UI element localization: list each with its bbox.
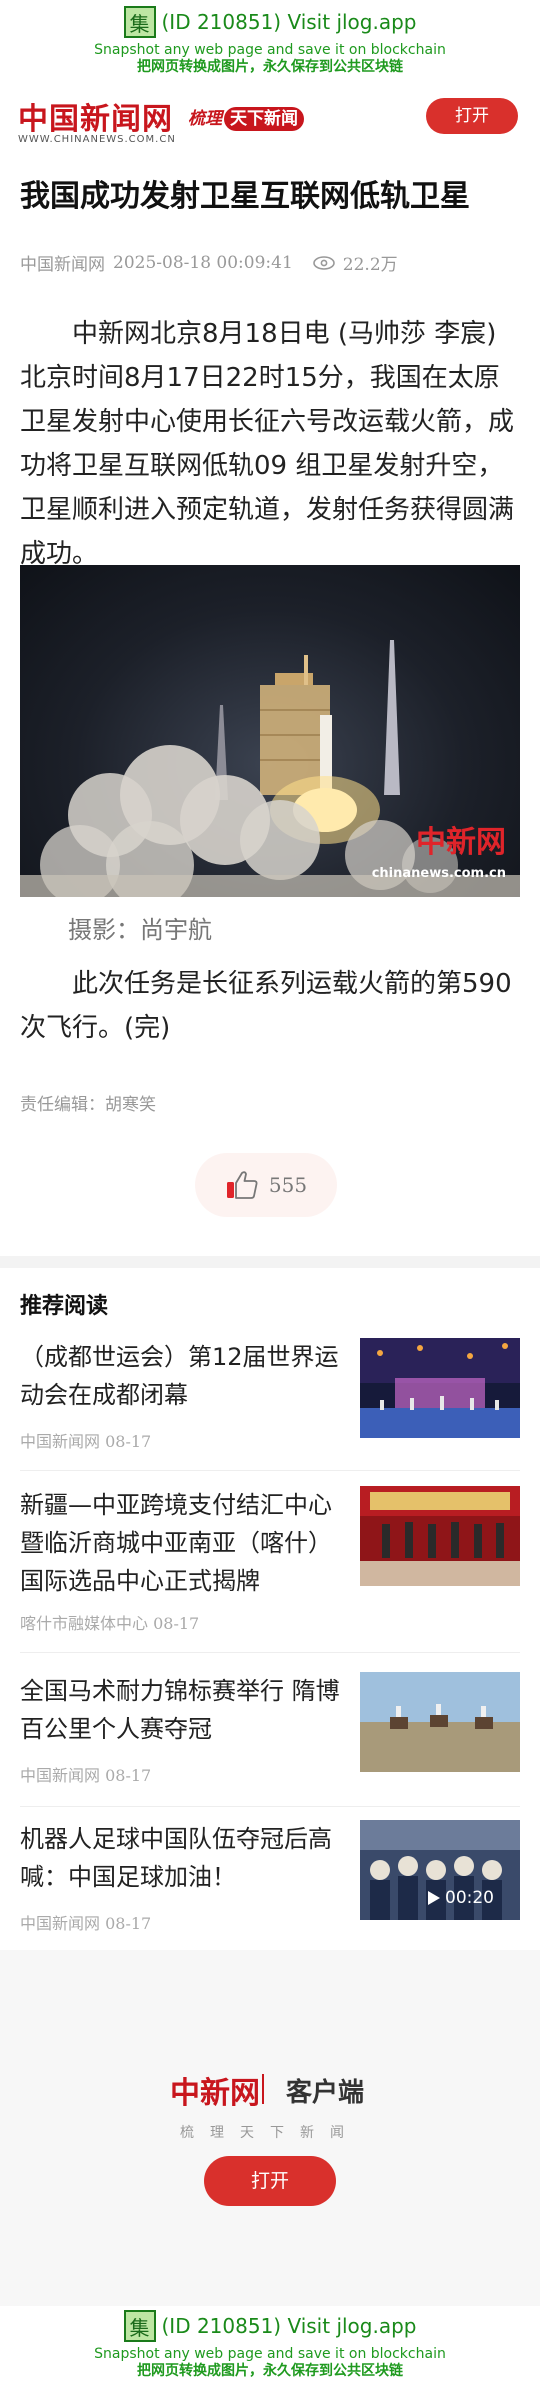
recommend-item-source: 中国新闻网 08-17 <box>20 1432 152 1451</box>
footer-slogan: 梳理天下新闻 <box>180 2125 360 2141</box>
recommend-separator <box>20 1470 520 1471</box>
recommend-item[interactable]: （成都世运会）第12届世界运动会在成都闭幕 中国新闻网 08-17 <box>20 1338 520 1458</box>
thumbs-up-icon <box>226 1171 258 1199</box>
play-icon <box>428 1891 440 1905</box>
jlog-link[interactable]: (ID 210851) Visit jlog.app <box>162 10 417 34</box>
slogan-part-a: 梳理 <box>188 109 222 129</box>
logo-url: WWW.CHINANEWS.COM.CN <box>18 134 176 145</box>
recommend-thumbnail <box>360 1672 520 1772</box>
recommend-heading: 推荐阅读 <box>20 1294 109 1319</box>
like-count: 555 <box>268 1173 308 1197</box>
article-meta: 中国新闻网 2025-08-18 00:09:41 22.2万 <box>20 250 398 276</box>
photo-watermark: 中新网 <box>416 825 506 860</box>
jlog-tagline-en: Snapshot any web page and save it on blo… <box>94 2346 446 2362</box>
views-eye-icon <box>312 255 335 270</box>
recommend-item[interactable]: 机器人足球中国队伍夺冠后高喊：中国足球加油！ 中国新闻网 08-17 00:20 <box>20 1820 520 1940</box>
photo-watermark-url: chinanews.com.cn <box>371 866 506 881</box>
jlog-banner-bottom[interactable]: 集 (ID 210851) Visit jlog.app Snapshot an… <box>0 2306 540 2380</box>
equestrian-thumbnail <box>360 1672 520 1772</box>
app-promo-footer: 中新网 客户端 梳理天下新闻 打开 <box>0 1950 540 2306</box>
recommend-item-title: （成都世运会）第12届世界运动会在成都闭幕 <box>20 1343 339 1409</box>
recommend-separator <box>20 1652 520 1653</box>
article-paragraph-1: 中新网北京8月18日电 (马帅莎 李宸)北京时间8月17日22时15分，我国在太… <box>20 319 515 569</box>
jlog-tagline-zh: 把网页转换成图片，永久保存到公共区块链 <box>137 2363 403 2379</box>
jlog-tagline-en: Snapshot any web page and save it on blo… <box>94 42 446 58</box>
recommend-video-thumbnail[interactable]: 00:20 <box>360 1820 520 1920</box>
video-duration-text: 00:20 <box>445 1888 494 1908</box>
slogan-part-b: 天下新闻 <box>224 107 304 131</box>
jlog-badge-icon: 集 <box>123 6 156 38</box>
rocket-launch-photo[interactable]: 中新网 chinanews.com.cn <box>20 565 520 897</box>
footer-open-app-button[interactable]: 打开 <box>204 2156 336 2206</box>
article-views: 22.2万 <box>342 255 398 275</box>
recommend-item-title: 新疆—中亚跨境支付结汇中心暨临沂商城中亚南亚（喀什）国际选品中心正式揭牌 <box>20 1491 332 1595</box>
footer-logo: 中新网 <box>170 2076 260 2111</box>
ribbon-ceremony-thumbnail <box>360 1486 520 1586</box>
photo-caption: 摄影：尚宇航 <box>68 916 212 944</box>
article-datetime: 2025-08-18 00:09:41 <box>113 252 293 273</box>
recommend-item-title: 机器人足球中国队伍夺冠后高喊：中国足球加油！ <box>20 1825 332 1891</box>
footer-client-label: 客户端 <box>286 2078 365 2108</box>
jlog-banner-top[interactable]: 集 (ID 210851) Visit jlog.app Snapshot an… <box>0 2 540 76</box>
article-source: 中国新闻网 <box>20 255 105 275</box>
recommend-item-source: 喀什市融媒体中心 08-17 <box>20 1614 200 1633</box>
recommend-thumbnail <box>360 1486 520 1586</box>
recommend-separator <box>20 1806 520 1807</box>
section-divider <box>0 1256 540 1268</box>
closing-ceremony-thumbnail <box>360 1338 520 1438</box>
jlog-tagline-zh: 把网页转换成图片，永久保存到公共区块链 <box>137 59 403 75</box>
article-title: 我国成功发射卫星互联网低轨卫星 <box>20 179 470 214</box>
like-button[interactable]: 555 <box>195 1153 337 1217</box>
article-paragraph-2: 此次任务是长征系列运载火箭的第590次飞行。(完) <box>20 969 512 1043</box>
header-slogan: 梳理 天下新闻 <box>188 104 304 131</box>
open-app-button[interactable]: 打开 <box>426 98 518 134</box>
video-duration: 00:20 <box>427 1888 494 1908</box>
chinanews-logo[interactable]: 中国新闻网 <box>18 94 173 138</box>
jlog-badge-icon: 集 <box>123 2310 156 2342</box>
recommend-item[interactable]: 新疆—中亚跨境支付结汇中心暨临沂商城中亚南亚（喀什）国际选品中心正式揭牌 喀什市… <box>20 1486 520 1646</box>
footer-logo-divider <box>262 2074 264 2104</box>
site-header: 中国新闻网 WWW.CHINANEWS.COM.CN 梳理 天下新闻 打开 <box>0 86 540 148</box>
recommend-item-source: 中国新闻网 08-17 <box>20 1766 152 1785</box>
recommend-item-title: 全国马术耐力锦标赛举行 隋博百公里个人赛夺冠 <box>20 1677 340 1743</box>
jlog-link[interactable]: (ID 210851) Visit jlog.app <box>162 2314 417 2338</box>
responsible-editor: 责任编辑：胡寒笑 <box>20 1095 156 1115</box>
recommend-thumbnail <box>360 1338 520 1438</box>
recommend-item[interactable]: 全国马术耐力锦标赛举行 隋博百公里个人赛夺冠 中国新闻网 08-17 <box>20 1672 520 1792</box>
recommend-item-source: 中国新闻网 08-17 <box>20 1914 152 1933</box>
